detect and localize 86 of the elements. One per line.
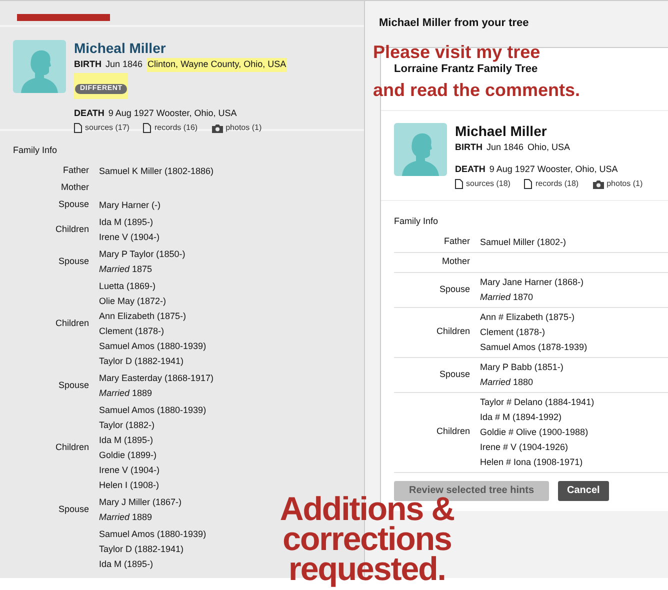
relation-label: Spouse [439,284,470,294]
relative-entry[interactable]: Ida M (1895-) [99,432,206,448]
relative-entry[interactable]: Irene # V (1904-1926) [480,440,594,454]
person-avatar-icon [13,40,66,93]
relation-label: Children [55,318,89,328]
relation-label: Father [62,165,89,176]
relative-entry[interactable]: Married 1875 [99,262,186,276]
relative-entry[interactable]: Married 1870 [480,290,584,304]
count-link[interactable]: records (18) [524,178,579,190]
relation-label: Spouse [58,380,89,390]
birth-date: Jun 1846 [486,141,524,154]
count-link[interactable]: records (16) [143,122,198,134]
relation-label: Spouse [58,199,89,210]
death-details: 9 Aug 1927 Wooster, Ohio, USA [489,162,618,176]
death-label: DEATH [74,106,104,120]
relation-label: Children [55,224,89,234]
relative-entry[interactable]: Taylor D (1882-1941) [99,354,206,368]
death-label: DEATH [455,162,486,176]
relative-entry[interactable]: Married 1880 [480,374,564,390]
relative-entry[interactable]: Goldie (1899-) [99,448,206,462]
relative-entry[interactable]: Ann Elizabeth (1875-) [99,308,206,324]
relative-entry[interactable]: Samuel Amos (1878-1939) [480,340,588,354]
relation-label: Father [444,236,470,246]
relative-entry[interactable]: Irene V (1904-) [99,230,160,244]
annotation-text: and read the comments. [373,80,580,100]
photos-link[interactable]: photos (1) [592,178,643,190]
relation-label: Children [436,426,470,436]
relative-entry[interactable]: Irene V (1904-) [99,462,206,478]
relation-label: Spouse [58,504,89,514]
birth-place: Clinton, Wayne County, Ohio, USA [146,58,288,72]
relative-entry[interactable]: Mary Harner (-) [99,198,161,212]
document-icon [455,179,463,189]
relation-label: Mother [60,182,89,192]
relative-entry[interactable]: Helen # Iona (1908-1971) [480,454,594,470]
relative-entry[interactable]: Samuel Miller (1802-) [480,234,566,250]
relative-entry[interactable]: Goldie # Olive (1900-1988) [480,424,594,440]
count-link[interactable]: sources (17) [74,122,130,134]
section-title: Family Info [393,215,440,228]
relative-entry[interactable]: Married 1889 [99,510,182,524]
relative-entry[interactable]: Taylor (1882-) [99,418,206,432]
relative-entry[interactable]: Olie May (1872-) [99,294,206,308]
relative-entry[interactable]: Taylor # Delano (1884-1941) [480,394,594,410]
relation-label: Spouse [439,368,470,379]
count-link[interactable]: sources (18) [455,178,510,190]
person-name: Michael Miller [455,123,548,140]
death-details: 9 Aug 1927 Wooster, Ohio, USA [108,106,237,120]
panel-title: Michael Miller from your tree [378,16,530,31]
relative-entry[interactable]: Mary P Babb (1851-) [480,360,564,374]
person-avatar-icon [394,123,447,176]
relative-entry[interactable]: Helen I (1908-) [99,478,206,492]
document-icon [74,123,82,133]
birth-date: Jun 1846 [106,58,143,71]
relative-entry[interactable]: Mary Jane Harner (1868-) [480,274,584,290]
tree-name: Lorraine Frantz Family Tree [394,62,539,77]
document-icon [143,123,152,133]
relative-entry[interactable]: Clement (1878-) [480,324,588,340]
relative-entry[interactable]: Mary P Taylor (1850-) [99,246,186,262]
relative-entry[interactable]: Ida M (1895-) [99,556,206,572]
relation-label: Mother [442,256,470,266]
document-icon [524,179,532,189]
relative-entry[interactable]: Ida M (1895-) [99,214,160,230]
relative-entry[interactable]: Clement (1878-) [99,324,206,338]
relative-entry[interactable]: Taylor D (1882-1941) [99,542,206,556]
annotation-text: Please visit my tree [373,42,542,62]
relative-entry[interactable]: Ann # Elizabeth (1875-) [480,310,588,324]
relative-entry[interactable]: Mary Easterday (1868-1917) [99,370,214,386]
relation-label: Children [436,326,470,336]
section-title: Family Info [12,144,58,157]
photos-link[interactable]: photos (1) [212,122,262,134]
relative-entry[interactable]: Samuel Amos (1880-1939) [99,526,206,542]
relation-label: Spouse [58,256,89,266]
relative-entry[interactable]: Luetta (1869-) [99,278,206,294]
birth-label: BIRTH [455,141,482,154]
relative-entry[interactable]: Samuel K Miller (1802-1886) [99,164,214,178]
birth-label: BIRTH [74,58,102,71]
relative-entry[interactable]: Mary J Miller (1867-) [99,494,182,510]
annotation-text: corrections [282,524,452,554]
relation-label: Children [55,442,89,452]
birth-place: Ohio, USA [528,141,570,154]
relative-entry[interactable]: Married 1889 [99,386,214,400]
camera-icon [592,180,604,188]
relative-entry[interactable]: Samuel Amos (1880-1939) [99,402,206,418]
person-name: Micheal Miller [74,40,167,57]
relative-entry[interactable]: Samuel Amos (1880-1939) [99,338,206,354]
cancel-button[interactable]: Cancel [558,480,609,500]
relative-entry[interactable]: Ida # M (1894-1992) [480,410,594,424]
